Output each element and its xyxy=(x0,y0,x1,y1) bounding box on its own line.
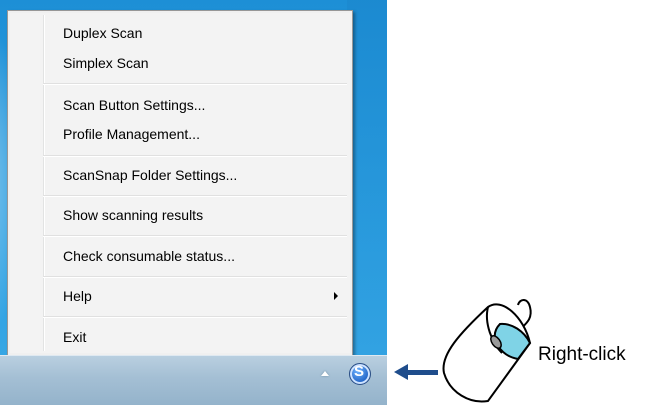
menu-item-exit[interactable]: Exit xyxy=(43,325,348,349)
pointer-arrow-shaft xyxy=(408,370,438,375)
taskbar xyxy=(0,355,387,405)
menu-item-label: Help xyxy=(63,288,92,304)
menu-separator xyxy=(43,155,347,157)
scansnap-context-menu: Duplex Scan Simplex Scan Scan Button Set… xyxy=(7,10,353,356)
menu-item-label: Scan Button Settings... xyxy=(63,97,206,113)
menu-item-label: Simplex Scan xyxy=(63,55,149,71)
menu-separator xyxy=(43,195,347,197)
tray-expand-arrow-icon[interactable] xyxy=(321,371,329,376)
pointer-arrow-head-icon xyxy=(394,364,408,380)
menu-item-label: Exit xyxy=(63,329,87,345)
menu-item-help[interactable]: Help xyxy=(43,284,348,308)
menu-separator xyxy=(43,235,347,237)
menu-item-label: Duplex Scan xyxy=(63,25,143,41)
menu-item-scan-button-settings[interactable]: Scan Button Settings... xyxy=(43,93,348,117)
menu-item-check-consumable-status[interactable]: Check consumable status... xyxy=(43,244,348,268)
scansnap-manager-icon[interactable]: S xyxy=(349,363,371,385)
menu-item-label: Profile Management... xyxy=(63,126,200,142)
menu-item-label: ScanSnap Folder Settings... xyxy=(63,167,238,183)
menu-item-simplex-scan[interactable]: Simplex Scan xyxy=(43,51,348,75)
menu-separator xyxy=(43,316,347,318)
scansnap-glyph: S xyxy=(354,363,365,380)
menu-item-show-scanning-results[interactable]: Show scanning results xyxy=(43,203,348,227)
menu-separator xyxy=(43,83,347,85)
menu-item-duplex-scan[interactable]: Duplex Scan xyxy=(43,21,348,45)
menu-item-profile-management[interactable]: Profile Management... xyxy=(43,122,348,146)
mouse-icon xyxy=(442,299,532,403)
menu-item-scansnap-folder-settings[interactable]: ScanSnap Folder Settings... xyxy=(43,163,348,187)
menu-item-label: Show scanning results xyxy=(63,207,204,223)
menu-separator xyxy=(43,276,347,278)
right-click-label: Right-click xyxy=(538,344,626,365)
menu-item-label: Check consumable status... xyxy=(63,248,235,264)
submenu-arrow-icon xyxy=(334,292,338,300)
